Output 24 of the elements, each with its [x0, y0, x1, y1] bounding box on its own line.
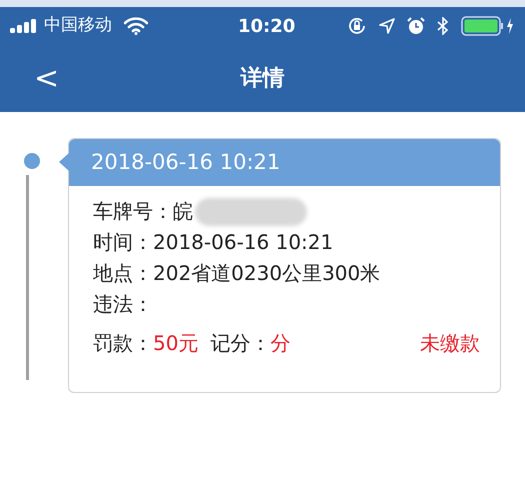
field-label: 时间： [93, 229, 153, 256]
signal-icon [10, 19, 38, 33]
field-value: 202省道0230公里300米 [153, 260, 380, 287]
field-label: 车牌号： [93, 198, 173, 225]
field-label: 违法： [93, 291, 153, 318]
battery-icon [461, 16, 515, 36]
back-button[interactable]: < [30, 64, 64, 94]
fine-amount: 50元 [153, 330, 198, 357]
alarm-clock-icon [407, 17, 425, 35]
card-header: 2018-06-16 10:21 [69, 139, 500, 186]
fine-label: 罚款： [93, 330, 153, 357]
location-arrow-icon [379, 18, 395, 34]
field-label: 地点： [93, 260, 153, 287]
wifi-icon [124, 17, 148, 35]
carrier-name: 中国移动 [44, 14, 112, 38]
page-title: 详情 [240, 65, 284, 93]
field-value: 皖 [173, 198, 193, 225]
clock-time: 10:20 [238, 14, 296, 38]
points-value: 分 [270, 330, 290, 357]
bluetooth-icon [437, 17, 449, 35]
rotation-lock-icon [347, 16, 367, 36]
points-label: 记分： [210, 330, 270, 357]
payment-status: 未缴款 [420, 330, 480, 357]
field-value: 2018-06-16 10:21 [153, 229, 334, 256]
